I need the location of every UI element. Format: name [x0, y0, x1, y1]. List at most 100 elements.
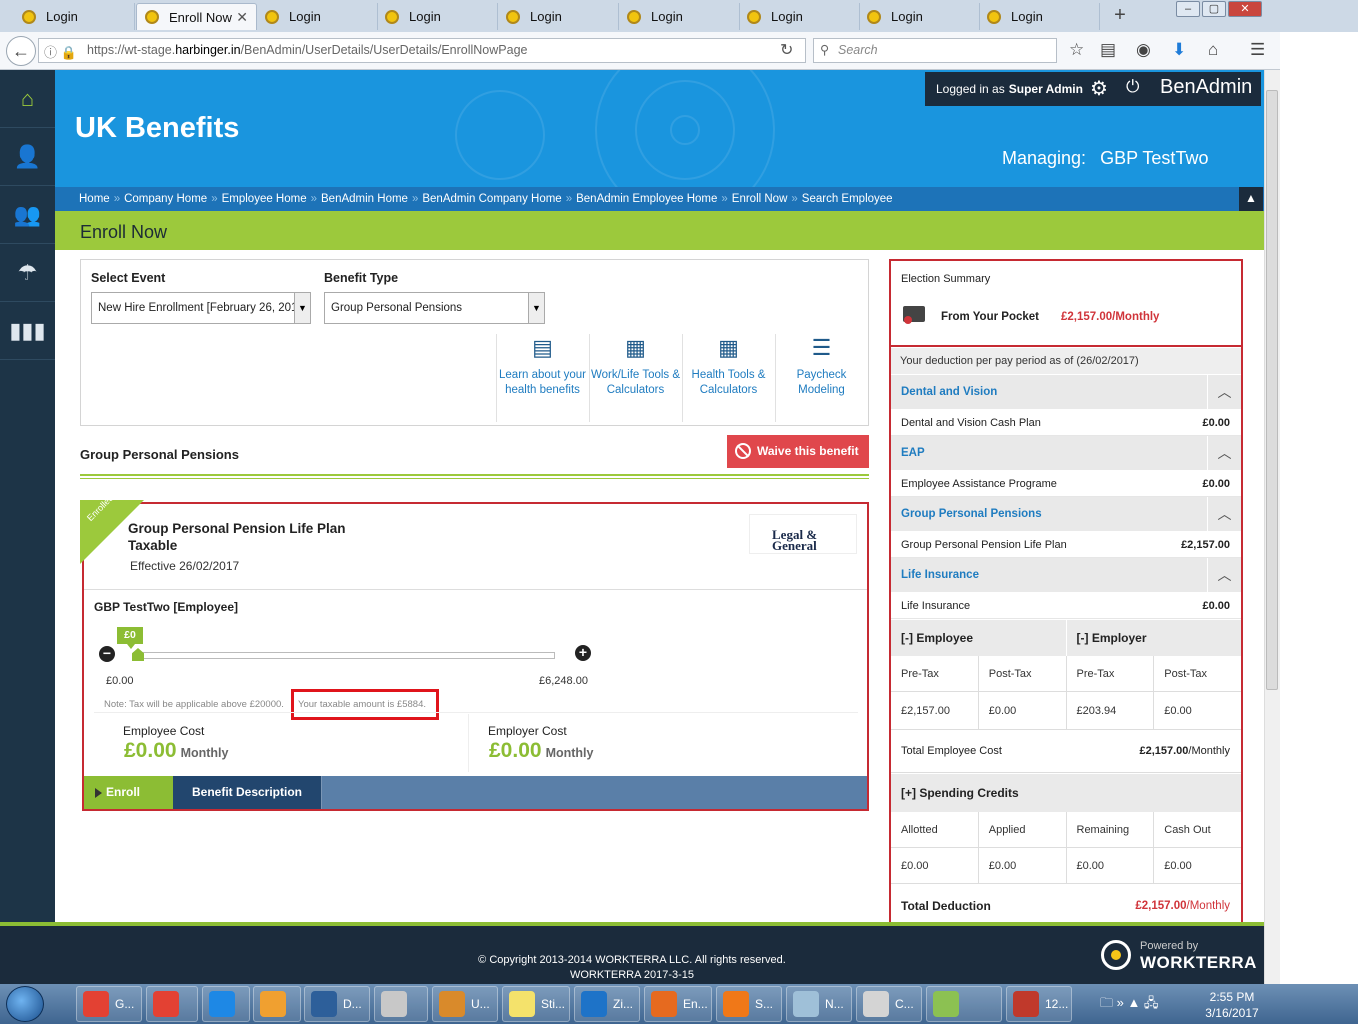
- taskbar-app[interactable]: Zi...: [574, 986, 640, 1022]
- taskbar-app[interactable]: [253, 986, 301, 1022]
- browser-tab[interactable]: Login: [257, 3, 378, 30]
- section-title: Life Insurance: [901, 569, 979, 581]
- chevron-up-icon[interactable]: ︿: [1207, 436, 1241, 470]
- breadcrumb-link[interactable]: Employee Home: [222, 193, 307, 205]
- page-scrollbar-thumb[interactable]: [1266, 90, 1278, 690]
- site-info-icon[interactable]: ⓘ 🔒: [44, 42, 77, 61]
- breadcrumb-link[interactable]: BenAdmin Company Home: [422, 193, 561, 205]
- taskbar-app[interactable]: U...: [432, 986, 498, 1022]
- reload-icon[interactable]: ↻: [780, 40, 793, 60]
- tool-learn-health-benefits[interactable]: ▤ Learn about your health benefits: [496, 334, 588, 422]
- chevron-up-icon[interactable]: ︿: [1207, 375, 1241, 409]
- taskbar-app[interactable]: N...: [786, 986, 852, 1022]
- minimize-window-button[interactable]: –: [1176, 1, 1200, 17]
- taskbar-app[interactable]: G...: [76, 986, 142, 1022]
- close-window-button[interactable]: ✕: [1228, 1, 1262, 17]
- enroll-button[interactable]: Enroll: [84, 776, 173, 809]
- browser-tab[interactable]: Login: [859, 3, 980, 30]
- sidebar-item-benefits[interactable]: ☂: [0, 244, 55, 302]
- browser-search-input[interactable]: ⚲ Search: [813, 38, 1057, 63]
- bookmark-star-icon[interactable]: ☆: [1069, 40, 1084, 60]
- cost-divider: [468, 714, 469, 772]
- download-icon[interactable]: ⬇: [1172, 40, 1186, 60]
- browser-tab[interactable]: Login: [14, 3, 135, 30]
- managing-employee-name[interactable]: GBP TestTwo: [1100, 148, 1208, 168]
- app-icon: [153, 991, 179, 1017]
- tool-work-life-calculators[interactable]: ▦ Work/Life Tools & Calculators: [589, 334, 681, 422]
- taskbar-app[interactable]: C...: [856, 986, 922, 1022]
- credit-value-cell: £0.00: [891, 848, 979, 884]
- total-deduction-amount: £2,157.00: [1135, 900, 1187, 912]
- taskbar-app[interactable]: [202, 986, 250, 1022]
- summary-section-header[interactable]: Dental and Vision ︿: [891, 375, 1241, 409]
- benefit-type-dropdown[interactable]: Group Personal Pensions ▼: [324, 292, 545, 324]
- browser-tab[interactable]: Login: [979, 3, 1100, 30]
- new-tab-button[interactable]: +: [1108, 4, 1132, 28]
- breadcrumb-separator: »: [310, 193, 318, 205]
- taskbar-app[interactable]: 12...: [1006, 986, 1072, 1022]
- chevron-up-icon[interactable]: ︿: [1207, 497, 1241, 531]
- logout-power-icon[interactable]: ⏻: [1126, 77, 1139, 97]
- sidebar-item-employees[interactable]: 👥: [0, 186, 55, 244]
- chevron-up-icon[interactable]: ︿: [1207, 558, 1241, 592]
- summary-section-header[interactable]: Group Personal Pensions ︿: [891, 497, 1241, 531]
- employee-toggle[interactable]: [-] Employee: [891, 620, 1067, 656]
- tax-header-row: Pre-Tax Post-Tax Pre-Tax Post-Tax: [891, 656, 1241, 692]
- increase-button[interactable]: +: [575, 645, 591, 661]
- total-deduction-value: £2,157.00/Monthly: [1135, 888, 1230, 924]
- breadcrumb-link[interactable]: BenAdmin Employee Home: [576, 193, 717, 205]
- tool-health-calculators[interactable]: ▦ Health Tools & Calculators: [682, 334, 774, 422]
- tax-value-cell: £203.94: [1066, 692, 1155, 730]
- employee-name: GBP TestTwo [Employee]: [94, 600, 239, 614]
- reading-list-icon[interactable]: ▤: [1100, 40, 1116, 60]
- waive-benefit-button[interactable]: Waive this benefit: [727, 435, 869, 468]
- system-tray[interactable]: 🗀 » ▲ 🖧: [1100, 994, 1158, 1016]
- maximize-window-button[interactable]: ▢: [1202, 1, 1226, 17]
- tool-paycheck-modeling[interactable]: ☰ Paycheck Modeling: [775, 334, 867, 422]
- benefit-description-button[interactable]: Benefit Description: [173, 776, 322, 809]
- start-button[interactable]: [6, 986, 44, 1022]
- taskbar-app[interactable]: D...: [304, 986, 370, 1022]
- breadcrumb-link[interactable]: Enroll Now: [732, 193, 788, 205]
- browser-tab[interactable]: Login: [498, 3, 619, 30]
- browser-tab[interactable]: Login: [619, 3, 740, 30]
- menu-icon[interactable]: ☰: [1250, 40, 1265, 60]
- pocket-icon[interactable]: ◉: [1136, 40, 1151, 60]
- back-button[interactable]: ←: [6, 36, 36, 66]
- taskbar-app[interactable]: S...: [716, 986, 782, 1022]
- tab-label: Login: [1011, 9, 1043, 24]
- taskbar-app[interactable]: Sti...: [502, 986, 570, 1022]
- decrease-button[interactable]: −: [99, 646, 115, 662]
- breadcrumb-link[interactable]: BenAdmin Home: [321, 193, 408, 205]
- taskbar-app[interactable]: [926, 986, 1002, 1022]
- browser-tab[interactable]: Login: [739, 3, 860, 30]
- tab-label: Login: [530, 9, 562, 24]
- settings-gear-icon[interactable]: ⚙: [1090, 76, 1108, 101]
- breadcrumb-link[interactable]: Company Home: [124, 193, 207, 205]
- taskbar-clock[interactable]: 2:55 PM 3/16/2017: [1196, 989, 1268, 1021]
- browser-tab[interactable]: Login: [377, 3, 498, 30]
- breadcrumb-link[interactable]: Home: [79, 193, 110, 205]
- slider-max-label: £6,248.00: [539, 675, 588, 687]
- home-icon[interactable]: ⌂: [1208, 40, 1218, 60]
- breadcrumb-link[interactable]: Search Employee: [802, 193, 893, 205]
- section-divider: [80, 474, 869, 479]
- browser-tab[interactable]: Enroll Now ✕: [136, 3, 257, 30]
- address-bar[interactable]: https://wt-stage.harbinger.in/BenAdmin/U…: [38, 38, 806, 63]
- employer-toggle[interactable]: [-] Employer: [1067, 620, 1242, 656]
- close-tab-icon[interactable]: ✕: [236, 9, 248, 26]
- summary-section-header[interactable]: EAP ︿: [891, 436, 1241, 470]
- spending-credits-toggle[interactable]: [+] Spending Credits: [891, 774, 1241, 812]
- taskbar-app[interactable]: En...: [644, 986, 712, 1022]
- summary-section-header[interactable]: Life Insurance ︿: [891, 558, 1241, 592]
- tax-header-cell: Post-Tax: [1154, 656, 1241, 692]
- slider-value-badge: £0: [117, 627, 143, 649]
- taskbar-app[interactable]: [374, 986, 428, 1022]
- collapse-header-button[interactable]: ▲: [1239, 187, 1263, 211]
- taskbar-app[interactable]: [146, 986, 198, 1022]
- sidebar-item-employee[interactable]: 👤: [0, 128, 55, 186]
- sidebar-item-reports[interactable]: ▮▮▮: [0, 302, 55, 360]
- contribution-slider-track[interactable]: [133, 652, 555, 659]
- sidebar-item-home[interactable]: ⌂: [0, 70, 55, 128]
- select-event-dropdown[interactable]: New Hire Enrollment [February 26, 201 ▼: [91, 292, 311, 324]
